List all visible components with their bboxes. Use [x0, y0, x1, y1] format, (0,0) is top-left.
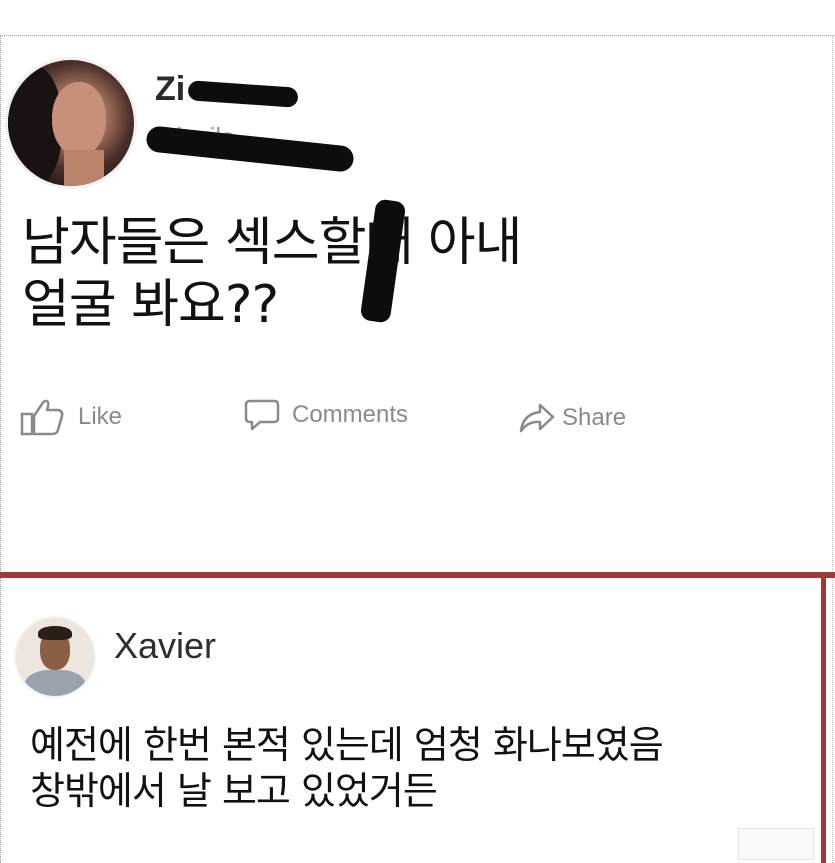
screenshot-page: Zi @lt zils 남자들은 섹스할때 아내 얼굴 봐요?? Like Co…	[0, 0, 835, 863]
highlighted-comment-frame	[0, 574, 826, 863]
frame-border-right	[832, 35, 833, 863]
redaction-scribble-name	[187, 80, 299, 108]
comments-label: Comments	[292, 401, 409, 428]
commenter-name[interactable]: Xavier	[114, 625, 216, 667]
poster-avatar[interactable]	[8, 60, 134, 186]
speech-bubble-icon	[244, 398, 280, 432]
like-label: Like	[78, 403, 123, 430]
redaction-scribble-handle	[145, 125, 355, 173]
avatar-face	[52, 82, 106, 156]
corner-widget	[738, 828, 814, 860]
share-arrow-icon	[518, 402, 556, 434]
share-button[interactable]: Share	[518, 402, 626, 434]
like-button[interactable]: Like	[20, 398, 122, 436]
commenter-avatar[interactable]	[16, 618, 94, 696]
comments-button[interactable]: Comments	[244, 398, 408, 432]
poster-username[interactable]: Zi	[155, 70, 185, 109]
avatar-body	[24, 670, 86, 696]
avatar-neck	[64, 150, 104, 186]
frame-border-top	[0, 35, 835, 36]
share-label: Share	[562, 404, 627, 431]
thumbs-up-icon	[20, 398, 66, 436]
avatar-hair	[38, 626, 72, 640]
comment-body-text: 예전에 한번 본적 있는데 엄청 화나보였음 창밖에서 날 보고 있었거든	[30, 723, 664, 813]
post-body-text: 남자들은 섹스할때 아내 얼굴 봐요??	[22, 213, 522, 335]
